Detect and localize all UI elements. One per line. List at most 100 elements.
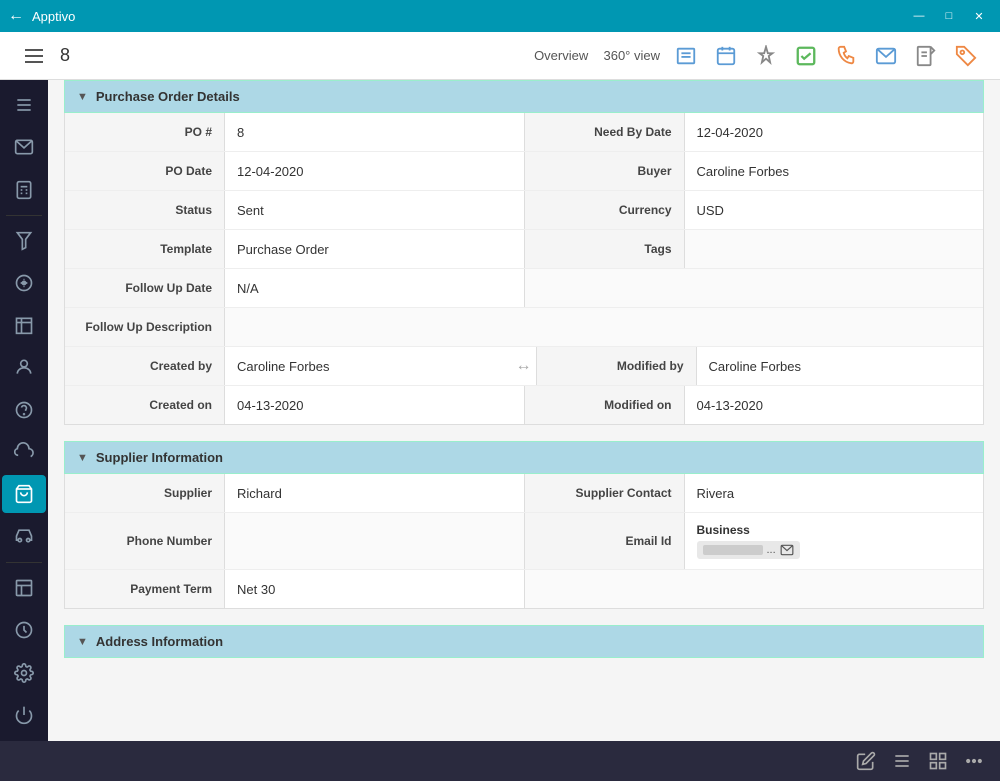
status-value: Sent — [225, 191, 524, 229]
address-collapse-chevron: ▼ — [77, 636, 88, 648]
supplier-section-title: Supplier Information — [96, 450, 223, 465]
form-cell-followup-desc: Follow Up Description — [65, 308, 983, 346]
form-row-podate: PO Date 12-04-2020 Buyer Caroline Forbes — [65, 152, 983, 191]
created-by-value: Caroline Forbes — [225, 347, 512, 385]
form-cell-created-on: Created on 04-13-2020 — [65, 386, 524, 424]
payment-term-value: Net 30 — [225, 570, 524, 608]
followup-desc-value — [225, 308, 983, 346]
sidebar-item-cloud[interactable] — [2, 433, 46, 471]
email-type: Business — [697, 523, 750, 537]
close-button[interactable]: ✕ — [966, 3, 992, 29]
overview-link[interactable]: Overview — [534, 48, 588, 63]
resize-handle[interactable]: ↔ — [512, 347, 536, 385]
form-cell-po-number: PO # 8 — [65, 113, 524, 151]
sidebar-item-settings[interactable] — [2, 653, 46, 693]
more-icon-bottom[interactable] — [964, 751, 984, 771]
bottom-bar-right — [856, 751, 984, 771]
po-number-value: 8 — [225, 113, 524, 151]
need-by-date-label: Need By Date — [525, 113, 685, 151]
followup-date-empty — [525, 269, 984, 307]
supplier-collapse-chevron: ▼ — [77, 452, 88, 464]
sidebar-item-person[interactable] — [2, 348, 46, 386]
list-view-icon[interactable] — [668, 38, 704, 74]
sidebar-item-power[interactable] — [2, 695, 46, 735]
template-value: Purchase Order — [225, 230, 524, 268]
need-by-date-value: 12-04-2020 — [685, 113, 984, 151]
sidebar-item-money[interactable] — [2, 264, 46, 302]
pencil-icon-bottom[interactable] — [856, 751, 876, 771]
modified-on-value: 04-13-2020 — [685, 386, 984, 424]
modified-by-label: Modified by — [537, 347, 697, 385]
sidebar-item-shopping[interactable] — [2, 475, 46, 513]
sidebar-item-clock[interactable] — [2, 611, 46, 649]
email-badge: ... — [697, 541, 800, 559]
sidebar-item-support[interactable] — [2, 391, 46, 429]
currency-value: USD — [685, 191, 984, 229]
purchase-order-section-header[interactable]: ▼ Purchase Order Details — [64, 80, 984, 113]
form-row-po: PO # 8 Need By Date 12-04-2020 — [65, 113, 983, 152]
check-icon[interactable] — [788, 38, 824, 74]
sidebar-item-report[interactable] — [2, 568, 46, 606]
toolbar-icons — [668, 38, 984, 74]
address-section-title: Address Information — [96, 634, 223, 649]
window-controls: — □ ✕ — [906, 3, 992, 29]
followup-desc-label: Follow Up Description — [65, 308, 225, 346]
sidebar-item-inbox[interactable] — [2, 128, 46, 166]
sidebar-item-filter[interactable] — [2, 222, 46, 260]
calendar-icon[interactable] — [708, 38, 744, 74]
tags-label: Tags — [525, 230, 685, 268]
sidebar-item-calculator[interactable] — [2, 170, 46, 208]
phone-icon[interactable] — [828, 38, 864, 74]
supplier-contact-value: Rivera — [685, 474, 984, 512]
list-icon-bottom[interactable] — [892, 751, 912, 771]
followup-date-label: Follow Up Date — [65, 269, 225, 307]
hamburger-button[interactable] — [16, 38, 52, 74]
payment-term-empty — [525, 570, 984, 608]
form-cell-phone: Phone Number — [65, 513, 524, 569]
minimize-button[interactable]: — — [906, 3, 932, 29]
supplier-value: Richard — [225, 474, 524, 512]
created-by-label: Created by — [65, 347, 225, 385]
title-bar: ← Apptivo — □ ✕ — [0, 0, 1000, 32]
sidebar-divider — [6, 215, 42, 216]
email-blurred-text — [703, 545, 763, 555]
collapse-chevron: ▼ — [77, 91, 88, 103]
tag-icon[interactable] — [948, 38, 984, 74]
phone-value — [225, 513, 524, 569]
grid-icon-bottom[interactable] — [928, 751, 948, 771]
note-icon[interactable] — [908, 38, 944, 74]
purchase-order-section-title: Purchase Order Details — [96, 89, 240, 104]
modified-on-label: Modified on — [525, 386, 685, 424]
back-icon[interactable]: ← — [8, 7, 24, 25]
created-on-value: 04-13-2020 — [225, 386, 524, 424]
360view-link[interactable]: 360° view — [603, 48, 660, 63]
sidebar-item-car[interactable] — [2, 517, 46, 555]
sidebar-item-menu[interactable] — [2, 86, 46, 124]
hamburger-line — [25, 61, 43, 63]
currency-label: Currency — [525, 191, 685, 229]
form-row-created: Created by Caroline Forbes ↔ Modified by… — [65, 347, 983, 386]
supplier-section-header[interactable]: ▼ Supplier Information — [64, 441, 984, 474]
form-cell-po-date: PO Date 12-04-2020 — [65, 152, 524, 190]
form-cell-modified-by: Modified by Caroline Forbes — [537, 347, 984, 385]
followup-date-value: N/A — [225, 269, 524, 307]
form-row-createdon: Created on 04-13-2020 Modified on 04-13-… — [65, 386, 983, 424]
bottom-bar — [0, 741, 1000, 781]
email-small-icon — [780, 543, 794, 557]
form-row-followupdate: Follow Up Date N/A — [65, 269, 983, 308]
po-date-value: 12-04-2020 — [225, 152, 524, 190]
modified-by-value: Caroline Forbes — [697, 347, 984, 385]
po-number-label: PO # — [65, 113, 225, 151]
pin-icon[interactable] — [748, 38, 784, 74]
app-title: Apptivo — [32, 9, 75, 24]
address-section-header[interactable]: ▼ Address Information — [64, 625, 984, 658]
form-cell-status: Status Sent — [65, 191, 524, 229]
form-cell-supplier-contact: Supplier Contact Rivera — [525, 474, 984, 512]
form-row-phone-email: Phone Number Email Id Business ... — [65, 513, 983, 570]
form-cell-buyer: Buyer Caroline Forbes — [525, 152, 984, 190]
form-cell-followup-date: Follow Up Date N/A — [65, 269, 524, 307]
sidebar-item-building[interactable] — [2, 306, 46, 344]
maximize-button[interactable]: □ — [936, 3, 962, 29]
form-cell-modified-on: Modified on 04-13-2020 — [525, 386, 984, 424]
email-toolbar-icon[interactable] — [868, 38, 904, 74]
